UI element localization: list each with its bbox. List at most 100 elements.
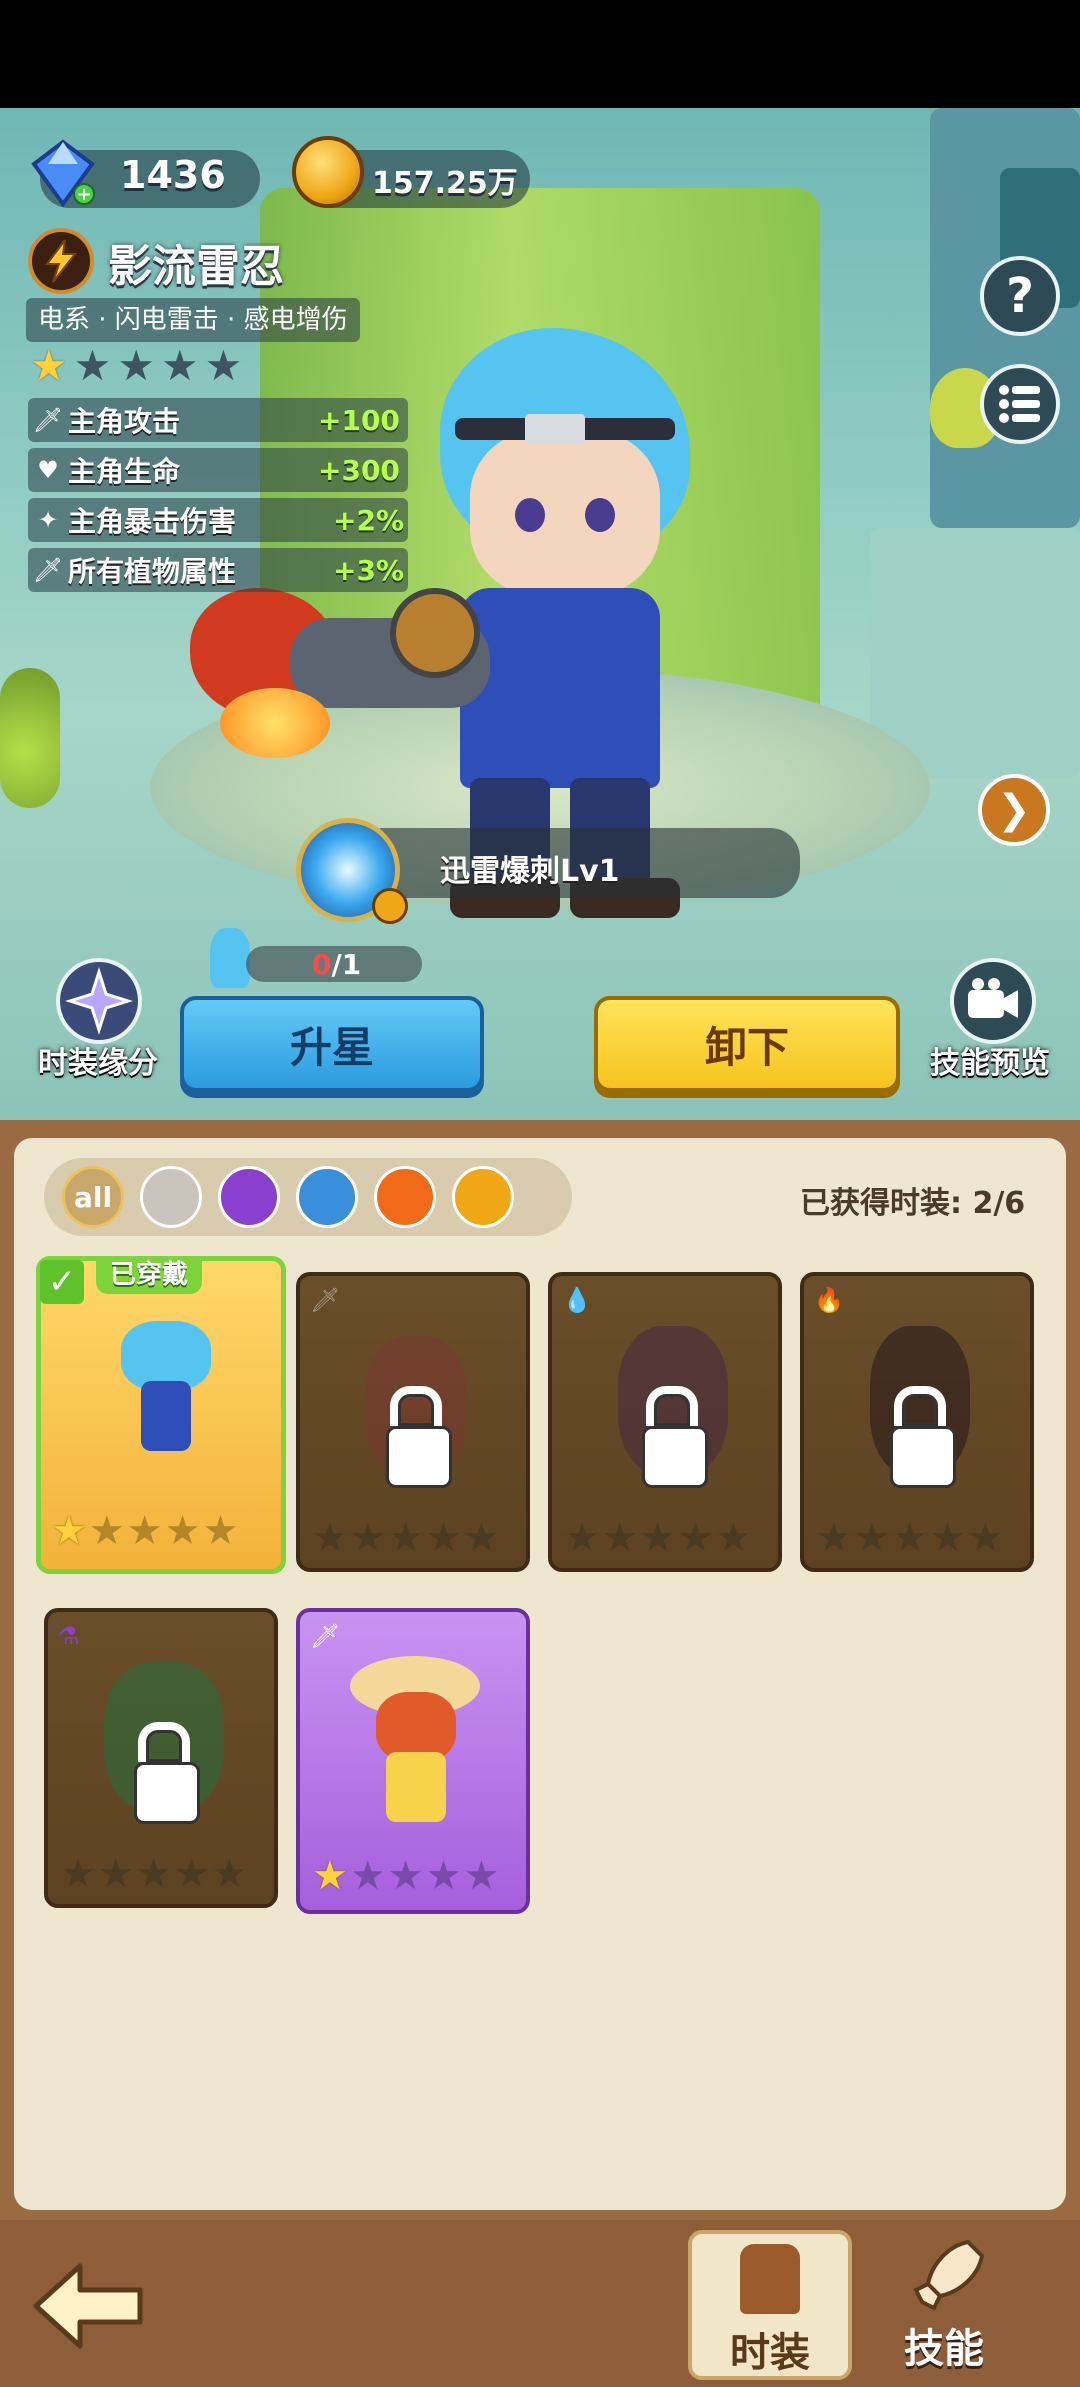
list-button[interactable] [980, 364, 1060, 444]
star-icon: ★ [349, 1853, 386, 1899]
heart-icon: ♥ [37, 456, 59, 484]
stat-value: +100 [318, 403, 400, 437]
sword-icon: 🗡 [32, 406, 64, 434]
skin-card-locked[interactable]: 🔥 ★ ★ ★ ★ ★ [800, 1272, 1034, 1572]
coin-icon [292, 136, 364, 208]
star-icon: ★ [126, 1508, 163, 1554]
star-icon: ★ [891, 1515, 928, 1561]
upgrade-star-label: 升星 [289, 1022, 374, 1072]
unequip-button[interactable]: 卸下 [594, 996, 900, 1092]
plant-sword-icon: 🗡 [32, 556, 64, 584]
star-icon: ★ [967, 1515, 1004, 1561]
coin-amount: 157.25万 [372, 166, 518, 201]
unequip-label: 卸下 [704, 1022, 789, 1072]
hero-stats: 🗡 主角攻击 +100 ♥ 主角生命 +300 ✦ 主角暴击伤害 +2% 🗡 所… [28, 398, 408, 592]
crit-icon: ✦ [37, 506, 59, 534]
chevron-right-icon: ❯ [997, 787, 1031, 833]
card-stars: ★ ★ ★ ★ ★ [564, 1518, 751, 1558]
skill-preview-label: 技能预览 [930, 1046, 1050, 1081]
help-button[interactable]: ? [980, 256, 1060, 336]
checkmark-icon: ✓ [40, 1260, 84, 1304]
dragon-weapon [180, 568, 520, 768]
stat-row: 🗡 所有植物属性 +3% [28, 548, 408, 592]
skin-collection-panel: all 已获得时装: 2/6 ★ ★ ★ ★ ★ ✓ 已穿戴 🗡 ★ ★ ★ ★… [0, 1120, 1080, 2220]
lab-desk [870, 528, 1080, 778]
back-button[interactable] [28, 2256, 148, 2356]
tab-skills[interactable]: 技能 [864, 2230, 1028, 2380]
gem-amount: 1436 [120, 153, 226, 197]
help-icon: ? [1006, 268, 1034, 324]
potion-icon: ⚗ [58, 1622, 80, 1650]
star-icon: ★ [160, 341, 199, 390]
stat-row: ♥ 主角生命 +300 [28, 448, 408, 492]
hero-scene: + 1436 157.25万 影流雷忍 电系 · 闪电雷击 · 感电增伤 ★ ★… [0, 108, 1080, 1120]
star-icon: ★ [425, 1853, 462, 1899]
hero-name: 影流雷忍 [108, 241, 284, 292]
shard-total: /1 [331, 948, 362, 981]
tab-skins-label: 时装 [730, 2330, 810, 2376]
filter-all-label: all [73, 1180, 113, 1214]
panel-body: all 已获得时装: 2/6 ★ ★ ★ ★ ★ ✓ 已穿戴 🗡 ★ ★ ★ ★… [14, 1138, 1066, 2210]
lightning-element-icon [28, 228, 94, 294]
flask [0, 668, 60, 808]
lock-icon [386, 1386, 452, 1488]
star-icon: ★ [463, 1853, 500, 1899]
upgrade-star-button[interactable]: 升星 [180, 996, 484, 1092]
star-icon: ★ [853, 1515, 890, 1561]
svg-text:+: + [76, 184, 91, 205]
skin-card-locked[interactable]: ⚗ ★ ★ ★ ★ ★ [44, 1608, 278, 1908]
lock-icon [642, 1386, 708, 1488]
back-arrow-icon [33, 2263, 143, 2349]
skill-lightning-badge-icon [372, 888, 408, 924]
equipped-tag: 已穿戴 [96, 1256, 203, 1294]
star-icon: ★ [164, 1508, 201, 1554]
star-icon: ★ [97, 1851, 134, 1897]
skin-bond-button[interactable] [56, 958, 142, 1044]
gem-icon: + [28, 138, 98, 208]
jacket-icon [740, 2244, 800, 2314]
star-icon: ★ [312, 1515, 348, 1561]
filter-water-drop-icon[interactable] [296, 1166, 358, 1228]
star-icon: ★ [816, 1515, 852, 1561]
star-icon: ★ [204, 341, 243, 390]
star-icon: ★ [929, 1515, 966, 1561]
stat-label: 主角生命 [68, 455, 181, 488]
star-icon: ★ [677, 1515, 714, 1561]
star-icon: ★ [30, 341, 68, 390]
card-stars: ★ ★ ★ ★ ★ [51, 1511, 238, 1551]
lock-icon [890, 1386, 956, 1488]
star-icon: ★ [639, 1515, 676, 1561]
skill-preview-button[interactable] [950, 958, 1036, 1044]
shard-current: 0 [312, 948, 332, 981]
filter-lightning-icon[interactable] [452, 1166, 514, 1228]
filter-all[interactable]: all [62, 1166, 124, 1228]
card-stars: ★ ★ ★ ★ ★ [816, 1518, 1003, 1558]
star-icon: ★ [349, 1515, 386, 1561]
star-icon: ★ [387, 1853, 424, 1899]
tab-skins[interactable]: 时装 [688, 2230, 852, 2380]
skin-card-unlocked[interactable]: 🗡 ★ ★ ★ ★ ★ [296, 1608, 530, 1914]
star-icon: ★ [312, 1853, 348, 1899]
filter-sword-icon[interactable] [140, 1166, 202, 1228]
stat-label: 主角攻击 [68, 405, 181, 438]
star-icon: ★ [387, 1515, 424, 1561]
stat-value: +2% [333, 503, 404, 537]
star-icon: ★ [60, 1851, 96, 1897]
star-icon: ★ [715, 1515, 752, 1561]
skin-card-locked[interactable]: 💧 ★ ★ ★ ★ ★ [548, 1272, 782, 1572]
next-hero-button[interactable]: ❯ [978, 774, 1050, 846]
skin-card-locked[interactable]: 🗡 ★ ★ ★ ★ ★ [296, 1272, 530, 1572]
skill-name: 迅雷爆刺Lv1 [440, 854, 620, 889]
list-icon [999, 385, 1040, 423]
owned-count: 已获得时装: 2/6 [800, 1186, 1026, 1221]
sword-icon: 🗡 [310, 1622, 341, 1650]
filter-fire-icon[interactable] [374, 1166, 436, 1228]
star-icon: ★ [463, 1515, 500, 1561]
bottom-nav: 时装 技能 [0, 2220, 1080, 2387]
video-camera-icon [968, 978, 1018, 1018]
filter-potion-icon[interactable] [218, 1166, 280, 1228]
card-stars: ★ ★ ★ ★ ★ [312, 1856, 499, 1896]
card-stars: ★ ★ ★ ★ ★ [60, 1854, 247, 1894]
fire-icon: 🔥 [814, 1286, 844, 1314]
tab-skills-label: 技能 [904, 2326, 984, 2372]
